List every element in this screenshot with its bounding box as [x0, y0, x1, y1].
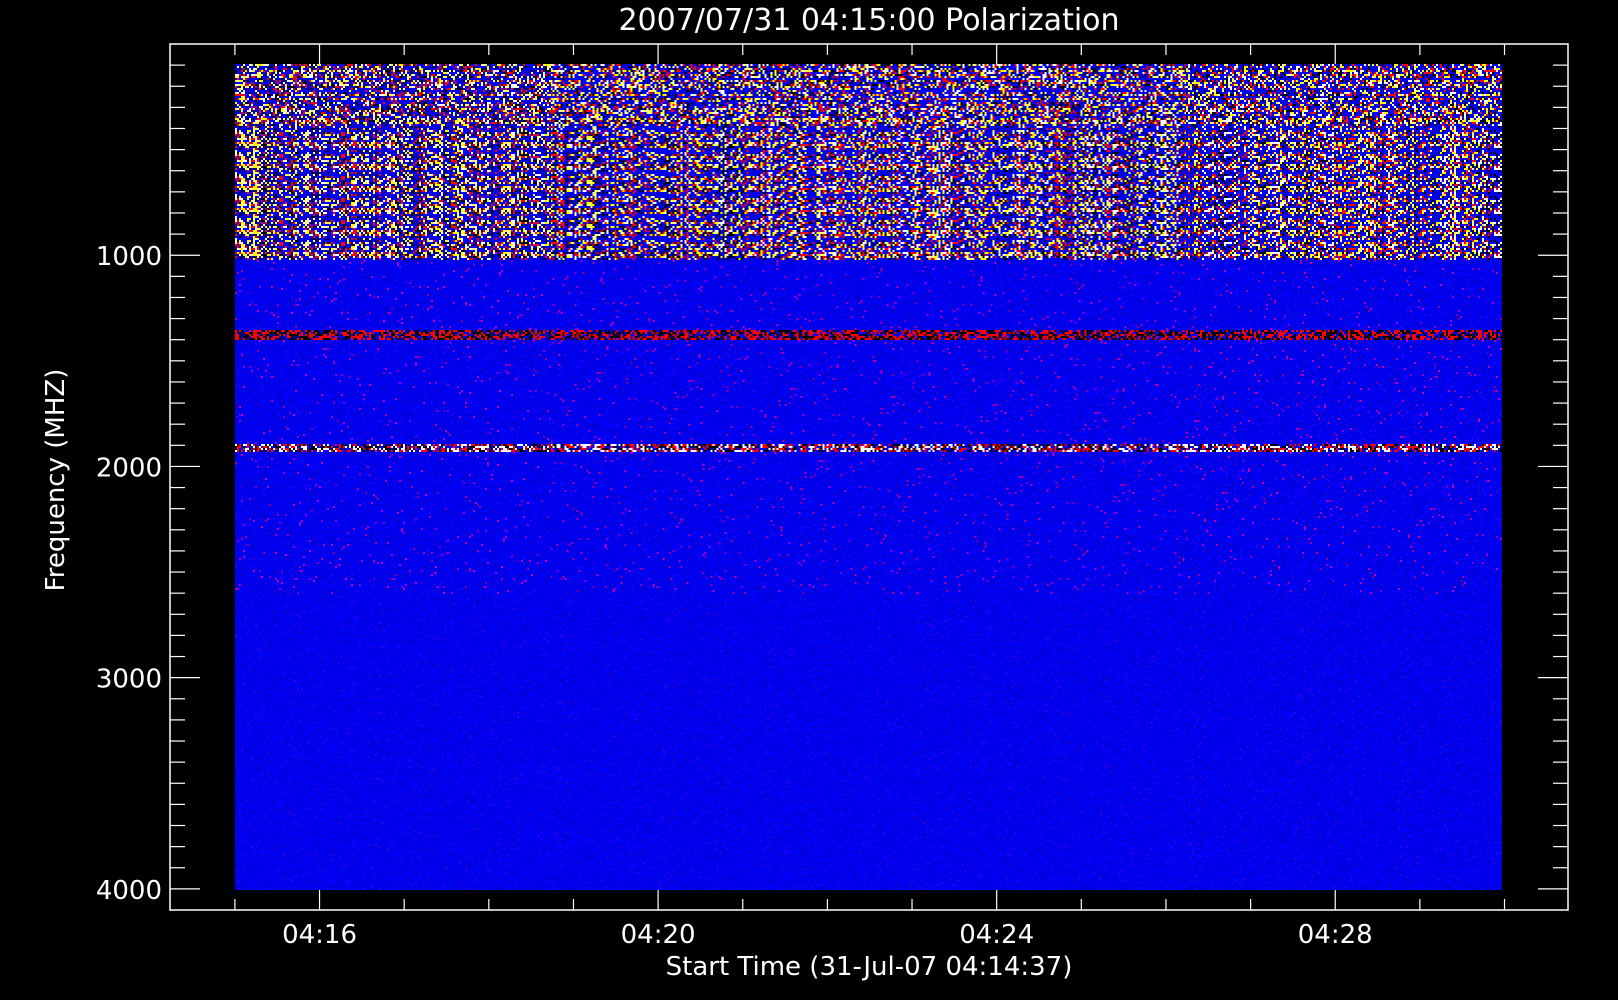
y-tick-label: 1000	[96, 242, 162, 272]
x-tick-label: 04:20	[621, 920, 696, 950]
x-axis-label: Start Time (31-Jul-07 04:14:37)	[666, 952, 1073, 982]
y-tick-label: 3000	[96, 665, 162, 695]
x-tick-label: 04:24	[959, 920, 1034, 950]
y-axis-label: Frequency (MHZ)	[41, 369, 71, 592]
y-tick-label: 2000	[96, 453, 162, 483]
x-tick-label: 04:16	[282, 920, 357, 950]
y-tick-label: 4000	[96, 876, 162, 906]
spectrogram-heatmap	[235, 64, 1502, 890]
x-tick-label: 04:28	[1298, 920, 1373, 950]
chart-title: 2007/07/31 04:15:00 Polarization	[618, 3, 1119, 38]
